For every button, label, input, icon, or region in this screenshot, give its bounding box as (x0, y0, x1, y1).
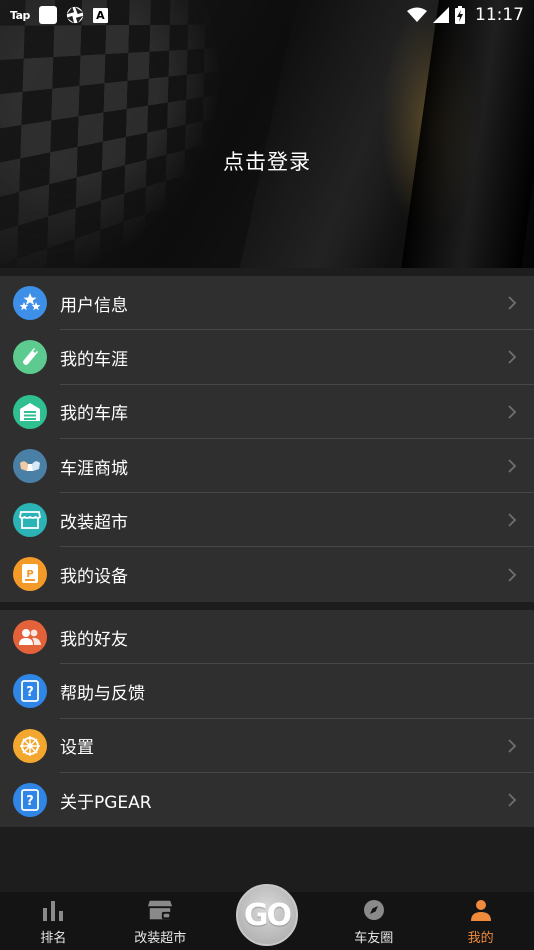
menu-item-mod-market[interactable]: 改装超市 (0, 493, 534, 548)
aperture-icon (66, 6, 83, 24)
compass-icon (361, 897, 387, 923)
menu-group-main: 用户信息 我的车涯 我的车库 车涯商城 改装超市 P 我的设备 (0, 276, 534, 602)
friends-icon (13, 620, 47, 654)
ranking-icon (40, 897, 66, 923)
nav-tab-ranking[interactable]: 排名 (0, 892, 107, 950)
nav-tab-label: 改装超市 (134, 931, 187, 946)
signal-icon (433, 7, 449, 23)
menu-item-my-garage[interactable]: 我的车库 (0, 385, 534, 439)
svg-text:?: ? (26, 685, 34, 700)
nav-tab-label: 车友圈 (354, 931, 394, 946)
menu-item-user-info[interactable]: 用户信息 (0, 276, 534, 331)
login-button[interactable]: 点击登录 (0, 146, 534, 176)
chevron-right-icon (508, 296, 517, 310)
menu-item-label: 我的车库 (60, 404, 128, 425)
store-icon (147, 897, 173, 923)
menu-item-label: 改装超市 (60, 512, 128, 533)
nav-tab-mod-market[interactable]: 改装超市 (107, 892, 214, 950)
wifi-icon (407, 7, 427, 22)
menu-item-label: 我的设备 (60, 567, 128, 588)
store-icon (13, 503, 47, 538)
chevron-right-icon (508, 405, 517, 419)
menu-item-my-friends[interactable]: 我的好友 (0, 610, 534, 665)
chevron-right-icon (508, 793, 517, 807)
menu-item-label: 我的好友 (60, 629, 128, 650)
profile-screen: 点击登录 Tap A 11:17 用户信息 我的车涯 我的车库 车涯商城 改装超… (0, 0, 534, 950)
person-icon (468, 897, 494, 923)
stars-icon (13, 286, 47, 320)
go-button[interactable]: GO (236, 884, 298, 946)
square-app-icon (38, 6, 57, 24)
menu-item-my-car-life[interactable]: 我的车涯 (0, 330, 534, 385)
chevron-right-icon (508, 567, 517, 582)
menu-item-label: 关于PGEAR (60, 792, 152, 813)
chevron-right-icon (508, 513, 517, 527)
menu-item-help-feedback[interactable]: ? 帮助与反馈 (0, 664, 534, 719)
chevron-right-icon (508, 459, 517, 473)
menu-item-label: 用户信息 (60, 295, 128, 316)
chevron-right-icon (508, 739, 517, 753)
menu-item-my-devices[interactable]: P 我的设备 (0, 547, 534, 601)
help-icon: ? (13, 782, 47, 817)
device-icon: P (13, 557, 47, 592)
menu-item-label: 设置 (60, 738, 94, 759)
hands-icon (13, 448, 47, 483)
nav-tab-mine[interactable]: 我的 (427, 892, 534, 950)
menu-item-about[interactable]: ? 关于PGEAR (0, 773, 534, 827)
checkered-flag-background (0, 0, 229, 268)
garage-icon (13, 394, 47, 429)
nav-tab-label: 我的 (467, 931, 494, 946)
menu-group-secondary: 我的好友 ? 帮助与反馈 设置 ? 关于PGEAR (0, 610, 534, 828)
status-bar: Tap A 11:17 (0, 0, 534, 30)
a-app-icon: A (92, 7, 108, 23)
tap-logo: Tap (10, 8, 30, 22)
header-banner: 点击登录 (0, 0, 534, 268)
clock: 11:17 (475, 5, 524, 25)
menu-item-label: 车涯商城 (60, 458, 128, 479)
menu-item-settings[interactable]: 设置 (0, 719, 534, 773)
battery-charging-icon (455, 6, 465, 24)
wrench-icon (13, 340, 47, 375)
nav-tab-label: 排名 (40, 931, 67, 946)
gear-icon (13, 728, 47, 763)
svg-text:?: ? (26, 794, 34, 809)
chevron-right-icon (508, 350, 517, 365)
nav-tab-car-friends[interactable]: 车友圈 (320, 892, 427, 950)
svg-text:P: P (26, 569, 33, 580)
menu-item-label: 帮助与反馈 (60, 683, 145, 704)
menu-item-label: 我的车涯 (60, 349, 128, 370)
help-icon: ? (13, 674, 47, 709)
menu-item-car-mall[interactable]: 车涯商城 (0, 439, 534, 494)
